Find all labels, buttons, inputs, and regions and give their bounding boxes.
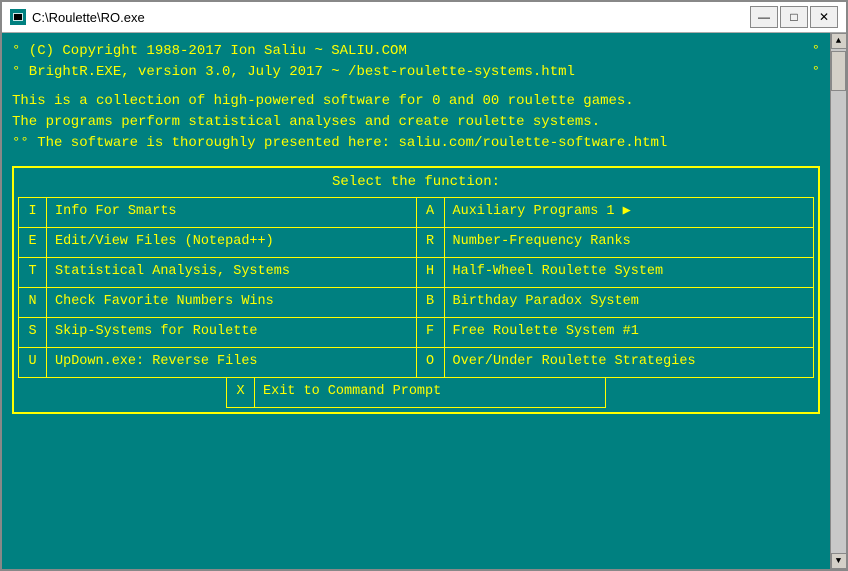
menu-grid: I Info For Smarts A Auxiliary Programs 1… [18, 197, 814, 378]
menu-item-E[interactable]: E Edit/View Files (Notepad++) [19, 228, 417, 258]
header-left-2: ° BrightR.EXE, version 3.0, July 2017 ~ … [12, 62, 575, 83]
menu-label-S: Skip-Systems for Roulette [47, 318, 416, 346]
menu-item-A[interactable]: A Auxiliary Programs 1 ▶ [417, 198, 815, 228]
menu-key-S: S [19, 318, 47, 346]
menu-label-O: Over/Under Roulette Strategies [445, 348, 814, 376]
menu-label-T: Statistical Analysis, Systems [47, 258, 416, 286]
desc-line-1: This is a collection of high-powered sof… [12, 91, 820, 112]
menu-key-A: A [417, 198, 445, 226]
menu-label-N: Check Favorite Numbers Wins [47, 288, 416, 316]
maximize-button[interactable]: □ [780, 6, 808, 28]
scroll-thumb[interactable] [831, 51, 846, 91]
window-icon [10, 9, 26, 25]
menu-key-X: X [227, 378, 255, 406]
header-left-1: ° (C) Copyright 1988-2017 Ion Saliu ~ SA… [12, 41, 407, 62]
menu-key-E: E [19, 228, 47, 256]
menu-box: Select the function: I Info For Smarts A… [12, 166, 820, 414]
menu-label-H: Half-Wheel Roulette System [445, 258, 814, 286]
menu-item-H[interactable]: H Half-Wheel Roulette System [417, 258, 815, 288]
menu-footer: X Exit to Command Prompt [18, 378, 814, 408]
console-content: ° (C) Copyright 1988-2017 Ion Saliu ~ SA… [2, 33, 830, 569]
menu-item-B[interactable]: B Birthday Paradox System [417, 288, 815, 318]
menu-title: Select the function: [18, 172, 814, 193]
close-button[interactable]: ✕ [810, 6, 838, 28]
header-right-1: ° [812, 41, 820, 62]
menu-key-I: I [19, 198, 47, 226]
menu-label-U: UpDown.exe: Reverse Files [47, 348, 416, 376]
console-area: ° (C) Copyright 1988-2017 Ion Saliu ~ SA… [2, 33, 846, 569]
menu-key-O: O [417, 348, 445, 376]
scroll-track[interactable] [831, 49, 846, 553]
menu-label-F: Free Roulette System #1 [445, 318, 814, 346]
desc-line-2: The programs perform statistical analyse… [12, 112, 820, 133]
header-line-1: ° (C) Copyright 1988-2017 Ion Saliu ~ SA… [12, 41, 820, 62]
menu-key-H: H [417, 258, 445, 286]
desc-line-3: °° The software is thoroughly presented … [12, 133, 820, 154]
menu-label-R: Number-Frequency Ranks [445, 228, 814, 256]
menu-item-S[interactable]: S Skip-Systems for Roulette [19, 318, 417, 348]
menu-item-N[interactable]: N Check Favorite Numbers Wins [19, 288, 417, 318]
main-window: C:\Roulette\RO.exe — □ ✕ ° (C) Copyright… [0, 0, 848, 571]
menu-key-B: B [417, 288, 445, 316]
scroll-down-button[interactable]: ▼ [831, 553, 847, 569]
menu-item-T[interactable]: T Statistical Analysis, Systems [19, 258, 417, 288]
menu-label-E: Edit/View Files (Notepad++) [47, 228, 416, 256]
menu-label-B: Birthday Paradox System [445, 288, 814, 316]
menu-key-N: N [19, 288, 47, 316]
description-text: This is a collection of high-powered sof… [12, 91, 820, 154]
menu-key-F: F [417, 318, 445, 346]
menu-item-I[interactable]: I Info For Smarts [19, 198, 417, 228]
header-line-2: ° BrightR.EXE, version 3.0, July 2017 ~ … [12, 62, 820, 83]
header-lines: ° (C) Copyright 1988-2017 Ion Saliu ~ SA… [12, 41, 820, 83]
menu-label-I: Info For Smarts [47, 198, 416, 226]
header-right-2: ° [812, 62, 820, 83]
menu-item-U[interactable]: U UpDown.exe: Reverse Files [19, 348, 417, 378]
menu-item-F[interactable]: F Free Roulette System #1 [417, 318, 815, 348]
scroll-up-button[interactable]: ▲ [831, 33, 847, 49]
menu-item-R[interactable]: R Number-Frequency Ranks [417, 228, 815, 258]
menu-key-U: U [19, 348, 47, 376]
menu-label-A: Auxiliary Programs 1 ▶ [445, 198, 814, 226]
minimize-button[interactable]: — [750, 6, 778, 28]
menu-item-O[interactable]: O Over/Under Roulette Strategies [417, 348, 815, 378]
window-controls: — □ ✕ [750, 6, 838, 28]
menu-label-X: Exit to Command Prompt [255, 378, 605, 406]
window-title: C:\Roulette\RO.exe [32, 10, 744, 25]
menu-key-R: R [417, 228, 445, 256]
menu-item-X[interactable]: X Exit to Command Prompt [226, 378, 606, 408]
menu-key-T: T [19, 258, 47, 286]
title-bar: C:\Roulette\RO.exe — □ ✕ [2, 2, 846, 33]
scrollbar[interactable]: ▲ ▼ [830, 33, 846, 569]
